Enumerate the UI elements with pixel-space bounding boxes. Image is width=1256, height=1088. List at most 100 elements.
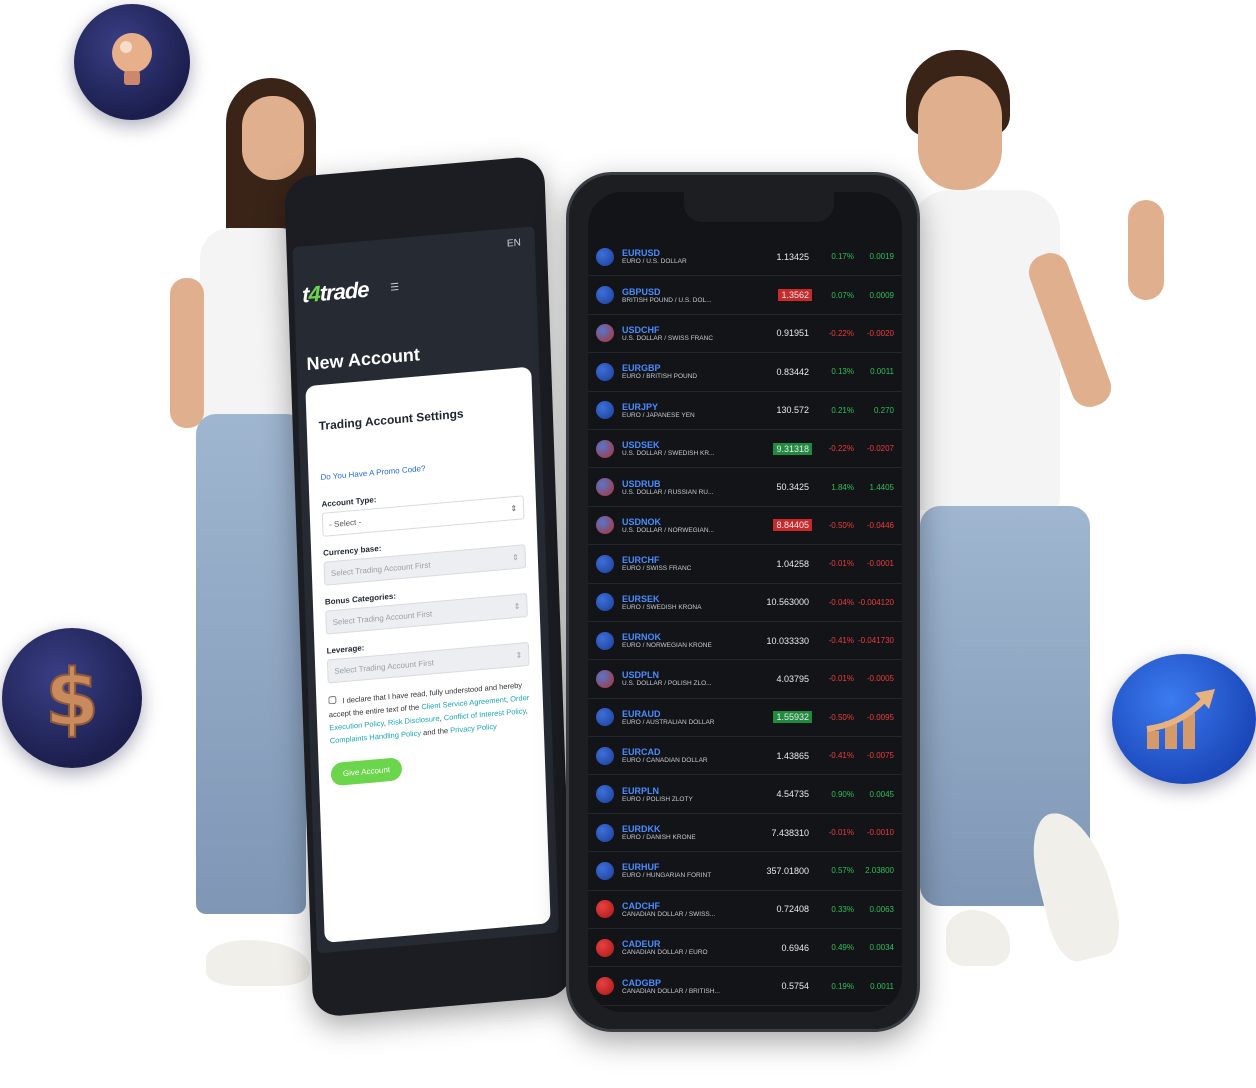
pair-cell: EURGBP EURO / BRITISH POUND [622,363,750,380]
price-cell: 357.01800 [750,866,812,876]
hamburger-menu-icon[interactable]: ☰ [390,282,399,294]
language-selector[interactable]: EN [507,237,521,249]
pair-symbol: EURGBP [622,363,661,374]
price-value: 1.43865 [776,750,809,761]
pair-symbol: EURHUF [622,862,660,873]
pair-symbol: GBPUSD [622,286,661,297]
quote-row[interactable]: EURJPY EURO / JAPANESE YEN 130.572 0.21% 0.2… [588,392,902,430]
change-percent: -0.22% [828,328,854,338]
select-arrow-icon: ⇕ [513,601,521,611]
change-percent: -0.41% [828,636,854,646]
change-percent: 0.17% [831,252,854,262]
change-percent: -0.01% [828,828,854,838]
change-absolute: -0.0010 [866,828,894,838]
quote-row[interactable]: USDSEK U.S. DOLLAR / SWEDISH KR... 9.31318… [588,430,902,469]
price-value: 1.13425 [776,251,809,262]
change-absolute: 2.03800 [865,866,894,876]
pair-symbol: EURJPY [622,401,659,412]
change-absolute: 1.4405 [869,482,894,492]
quote-row[interactable]: CADEUR CANADIAN DOLLAR / EURO 0.6946 0.49% 0… [588,929,902,968]
quote-row[interactable]: CADGBP CANADIAN DOLLAR / BRITISH... 0.5754… [588,967,902,1006]
price-value: 10.033330 [766,635,809,646]
conflict-policy-link[interactable]: Conflict of Interest Policy [444,706,526,722]
currency-flag-icon [596,708,614,727]
quotes-list: EURUSD EURO / U.S. DOLLAR 1.13425 0.17% 0.00… [588,238,902,1006]
brand-logo[interactable]: t4trade [302,277,369,309]
pair-cell: EURDKK EURO / DANISH KRONE [622,824,750,841]
privacy-policy-link[interactable]: Privacy Policy [450,722,497,735]
pair-cell: CADCHF CANADIAN DOLLAR / SWISS... [622,901,750,918]
pair-cell: USDSEK U.S. DOLLAR / SWEDISH KR... [622,440,750,457]
pair-cell: EURHUF EURO / HUNGARIAN FORINT [622,862,750,879]
quote-row[interactable]: EURCAD EURO / CANADIAN DOLLAR 1.43865 -0.41… [588,737,902,776]
risk-disclosure-link[interactable]: Risk Disclosure [388,714,440,727]
pair-cell: EURSEK EURO / SWEDISH KRONA [622,594,750,611]
change-absolute: 0.0009 [869,290,894,300]
price-value: 1.04258 [776,558,809,569]
currency-flag-icon [596,324,614,343]
price-cell: 7.438310 [750,828,812,838]
select-arrow-icon: ⇕ [511,552,519,562]
price-value: 4.03795 [776,673,809,684]
pair-symbol: CADCHF [622,900,660,911]
select-arrow-icon: ⇕ [515,650,523,660]
quotes-phone: EURUSD EURO / U.S. DOLLAR 1.13425 0.17% 0.00… [566,172,920,1032]
pair-name: CANADIAN DOLLAR / SWISS... [622,910,716,918]
pair-symbol: USDRUB [622,478,661,489]
quote-row[interactable]: GBPUSD BRITISH POUND / U.S. DOL... 1.3562 0… [588,276,902,315]
pair-name: EURO / JAPANESE YEN [622,411,695,419]
dollar-icon: $ [44,653,100,743]
pair-name: EURO / AUSTRALIAN DOLLAR [622,718,715,726]
change-absolute: -0.0075 [866,751,894,761]
change-percent: 0.07% [831,290,854,300]
registration-screen: EN t4trade ☰ New Account Trading Account… [292,226,560,954]
price-cell: 4.54735 [750,789,812,799]
quote-row[interactable]: CADCHF CANADIAN DOLLAR / SWISS... 0.72408 0… [588,891,902,930]
change-absolute: 0.0045 [869,789,894,799]
pair-symbol: USDSEK [622,440,660,451]
quote-row[interactable]: USDPLN U.S. DOLLAR / POLISH ZLO... 4.03795… [588,660,902,699]
change-absolute: -0.041730 [857,636,894,646]
quote-row[interactable]: EURPLN EURO / POLISH ZLOTY 4.54735 0.90% 0.0… [588,775,902,814]
price-value: 9.31318 [773,442,812,455]
give-account-button[interactable]: Give Account [330,757,403,787]
quote-row[interactable]: EURDKK EURO / DANISH KRONE 7.438310 -0.01% -… [588,814,902,853]
quote-row[interactable]: EURHUF EURO / HUNGARIAN FORINT 357.01800 0.… [588,852,902,891]
change-percent: -0.50% [828,520,854,530]
currency-flag-icon [596,746,614,765]
pair-name: U.S. DOLLAR / NORWEGIAN... [622,526,714,534]
quote-row[interactable]: EURSEK EURO / SWEDISH KRONA 10.563000 -0.04… [588,584,902,622]
pair-cell: CADGBP CANADIAN DOLLAR / BRITISH... [622,978,750,995]
currency-flag-icon [596,823,614,842]
currency-flag-icon [596,669,614,688]
pair-cell: CADEUR CANADIAN DOLLAR / EURO [622,939,750,956]
currency-flag-icon [596,631,614,650]
quote-row[interactable]: EURCHF EURO / SWISS FRANC 1.04258 -0.01% -0.… [588,545,902,584]
quote-row[interactable]: USDCHF U.S. DOLLAR / SWISS FRANC 0.91951 -0… [588,315,902,354]
change-percent: -0.41% [828,751,854,761]
pair-cell: EURCHF EURO / SWISS FRANC [622,555,750,572]
quote-row[interactable]: EURGBP EURO / BRITISH POUND 0.83442 0.13% 0.… [588,353,902,392]
pair-cell: EURJPY EURO / JAPANESE YEN [622,402,750,419]
quote-row[interactable]: EURAUD EURO / AUSTRALIAN DOLLAR 1.55932 -0.… [588,699,902,738]
price-value: 0.72408 [776,904,809,915]
price-value: 7.438310 [771,827,809,838]
pair-name: U.S. DOLLAR / SWISS FRANC [622,334,714,342]
pair-symbol: EURUSD [622,248,661,259]
change-percent: 1.84% [831,482,854,492]
pair-symbol: CADEUR [622,939,661,950]
terms-checkbox[interactable] [328,695,337,705]
quote-row[interactable]: EURUSD EURO / U.S. DOLLAR 1.13425 0.17% 0.00… [588,238,902,277]
pair-cell: USDPLN U.S. DOLLAR / POLISH ZLO... [622,670,750,687]
quote-row[interactable]: USDNOK U.S. DOLLAR / NORWEGIAN... 8.84405 -… [588,507,902,546]
pair-symbol: EURCAD [622,747,661,758]
pair-symbol: EURSEK [622,593,660,604]
currency-flag-icon [596,401,614,420]
price-cell: 1.13425 [750,252,812,262]
pair-name: EURO / CANADIAN DOLLAR [622,757,708,765]
quote-row[interactable]: USDRUB U.S. DOLLAR / RUSSIAN RU... 50.3425… [588,468,902,507]
change-absolute: -0.0095 [866,712,894,722]
quote-row[interactable]: EURNOK EURO / NORWEGIAN KRONE 10.033330 -0.… [588,622,902,661]
pair-name: CANADIAN DOLLAR / EURO [622,949,708,957]
promo-code-link[interactable]: Do You Have A Promo Code? [320,455,522,482]
